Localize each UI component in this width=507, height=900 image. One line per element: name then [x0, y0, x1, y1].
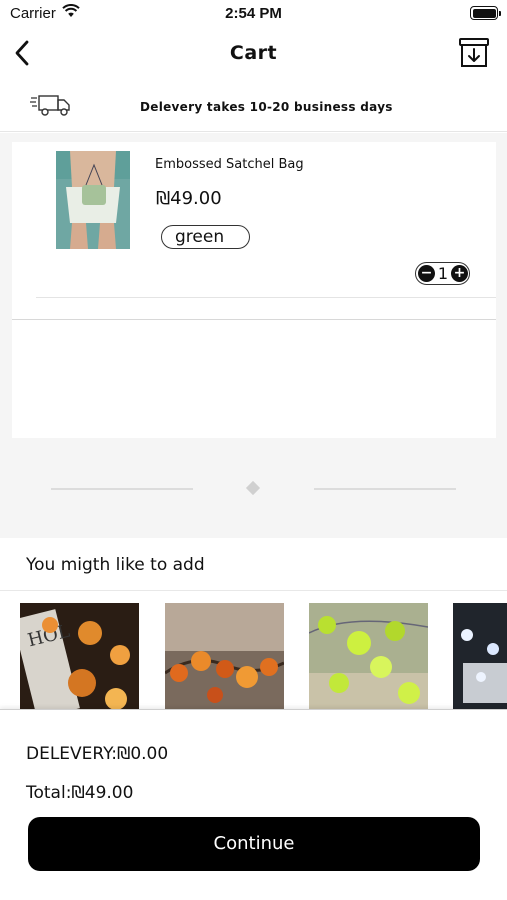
total-price: Total:₪49.00 [26, 783, 134, 803]
section-divider-left [51, 488, 193, 490]
empty-panel [12, 320, 496, 438]
status-bar: Carrier 2:54 PM [0, 0, 507, 28]
quantity-value: 1 [437, 264, 449, 283]
suggestions-carousel[interactable]: HOL [0, 592, 507, 712]
suggestions-title: You migth like to add [26, 555, 205, 575]
suggestion-item[interactable]: HOL [20, 603, 139, 712]
suggestions-header: You migth like to add [0, 538, 507, 591]
download-archive-icon[interactable] [457, 36, 491, 70]
truck-icon [30, 95, 70, 116]
increase-quantity-button[interactable]: + [451, 265, 468, 282]
decrease-quantity-button[interactable]: − [418, 265, 435, 282]
product-image[interactable] [56, 151, 130, 249]
suggestion-item[interactable] [165, 603, 284, 712]
battery-icon [470, 6, 501, 20]
variant-color-badge: green [161, 225, 250, 249]
delivery-cost: DELEVERY:₪0.00 [26, 744, 169, 764]
page-title: Cart [229, 42, 278, 64]
item-divider [36, 297, 496, 298]
delivery-notice: Delevery takes 10-20 business days [0, 80, 507, 132]
delivery-time-text: Delevery takes 10-20 business days [140, 100, 393, 114]
continue-button[interactable]: Continue [28, 817, 480, 871]
section-divider-right [314, 488, 456, 490]
product-name[interactable]: Embossed Satchel Bag [155, 157, 304, 172]
quantity-stepper: − 1 + [415, 262, 470, 285]
product-price: ₪49.00 [156, 188, 222, 209]
order-summary: DELEVERY:₪0.00 Total:₪49.00 Continue [0, 709, 507, 900]
nav-bar: Cart [0, 28, 507, 80]
suggestion-item[interactable] [309, 603, 428, 712]
suggestion-item[interactable] [453, 603, 507, 712]
clock: 2:54 PM [225, 5, 282, 22]
